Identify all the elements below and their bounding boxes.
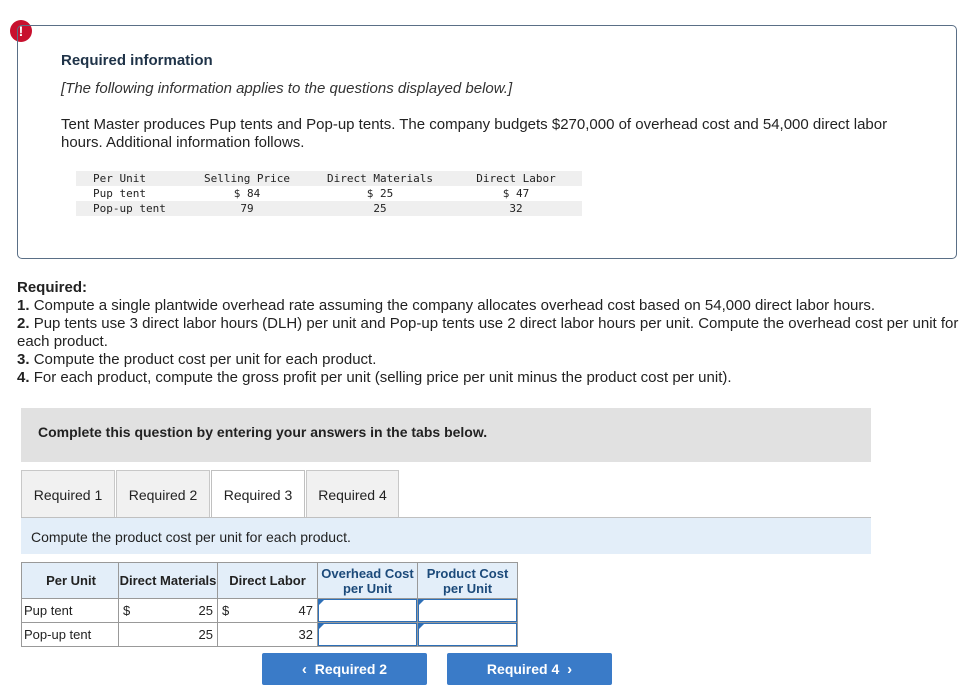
info-header-direct-materials: Direct Materials bbox=[310, 171, 450, 186]
direct-labor-cell: $47 bbox=[217, 598, 318, 623]
row-label: Pop-up tent bbox=[21, 622, 119, 647]
direct-labor-cell: 32 bbox=[217, 622, 318, 647]
info-cell: Pop-up tent bbox=[76, 201, 184, 216]
overhead-input-pup-tent[interactable] bbox=[318, 599, 417, 622]
tab-required-1[interactable]: Required 1 bbox=[21, 470, 115, 518]
info-title: Required information bbox=[61, 52, 213, 69]
header-direct-labor: Direct Labor bbox=[217, 562, 318, 599]
direct-materials-cell: $25 bbox=[118, 598, 218, 623]
product-cost-input-pop-up-tent[interactable] bbox=[418, 623, 517, 646]
info-cell: $ 47 bbox=[502, 187, 530, 200]
instructions-text: Complete this question by entering your … bbox=[38, 424, 488, 440]
info-header-direct-labor: Direct Labor bbox=[450, 171, 582, 186]
answer-table-header: Per Unit Direct Materials Direct Labor O… bbox=[21, 562, 518, 599]
row-label: Pup tent bbox=[21, 598, 119, 623]
direct-materials-cell: 25 bbox=[118, 622, 218, 647]
product-cost-cell bbox=[417, 598, 518, 623]
tab-required-4[interactable]: Required 4 bbox=[306, 470, 399, 518]
info-cell: Pup tent bbox=[93, 187, 146, 200]
overhead-cell bbox=[317, 622, 418, 647]
tab-bar: Required 1 Required 2 Required 3 Require… bbox=[21, 470, 400, 519]
answer-table: Per Unit Direct Materials Direct Labor O… bbox=[21, 562, 518, 647]
next-tab-label: Required 4 bbox=[486, 661, 560, 677]
question-prompt: Compute the product cost per unit for ea… bbox=[31, 529, 351, 545]
chevron-right-icon: › bbox=[567, 660, 573, 678]
required-information-panel: Required information [The following info… bbox=[17, 25, 957, 259]
tab-required-2[interactable]: Required 2 bbox=[116, 470, 210, 518]
info-data-table: Per Unit Selling Price Direct Materials … bbox=[76, 171, 582, 216]
required-item: 3. Compute the product cost per unit for… bbox=[17, 351, 377, 368]
info-table-row: Pup tent $ 84 $ 25 $ 47 bbox=[76, 186, 582, 201]
info-header-selling-price: Selling Price bbox=[184, 171, 310, 186]
chevron-left-icon: ‹ bbox=[301, 660, 307, 678]
info-cell: 25 bbox=[310, 201, 450, 216]
info-table-header: Per Unit Selling Price Direct Materials … bbox=[76, 171, 582, 186]
tab-required-3[interactable]: Required 3 bbox=[211, 470, 305, 519]
info-cell: 79 bbox=[184, 201, 310, 216]
info-header-per-unit: Per Unit bbox=[76, 171, 184, 186]
header-per-unit: Per Unit bbox=[21, 562, 119, 599]
instructions-bar: Complete this question by entering your … bbox=[21, 408, 871, 462]
required-item: 4. For each product, compute the gross p… bbox=[17, 369, 732, 386]
info-table-row: Pop-up tent 79 25 32 bbox=[76, 201, 582, 216]
previous-tab-button[interactable]: ‹ Required 2 bbox=[262, 653, 427, 685]
header-product-cost: Product Cost per Unit bbox=[417, 562, 518, 599]
info-cell: $ 25 bbox=[366, 187, 394, 200]
info-cell: $ 84 bbox=[233, 187, 261, 200]
product-cost-cell bbox=[417, 622, 518, 647]
required-item: 1. Compute a single plantwide overhead r… bbox=[17, 297, 876, 314]
required-list: 1. Compute a single plantwide overhead r… bbox=[17, 297, 962, 387]
overhead-cell bbox=[317, 598, 418, 623]
required-heading: Required: bbox=[17, 279, 88, 296]
overhead-input-pop-up-tent[interactable] bbox=[318, 623, 417, 646]
header-direct-materials: Direct Materials bbox=[118, 562, 218, 599]
info-cell: 32 bbox=[450, 201, 582, 216]
header-overhead-cost: Overhead Cost per Unit bbox=[317, 562, 418, 599]
table-row: Pop-up tent 25 32 bbox=[21, 622, 518, 647]
next-tab-button[interactable]: Required 4 › bbox=[447, 653, 612, 685]
question-prompt-bar: Compute the product cost per unit for ea… bbox=[21, 518, 871, 554]
product-cost-input-pup-tent[interactable] bbox=[418, 599, 517, 622]
table-row: Pup tent $25 $47 bbox=[21, 598, 518, 623]
required-item: 2. Pup tents use 3 direct labor hours (D… bbox=[17, 315, 959, 350]
info-note: [The following information applies to th… bbox=[61, 80, 513, 97]
previous-tab-label: Required 2 bbox=[314, 661, 388, 677]
info-description: Tent Master produces Pup tents and Pop-u… bbox=[61, 116, 888, 151]
